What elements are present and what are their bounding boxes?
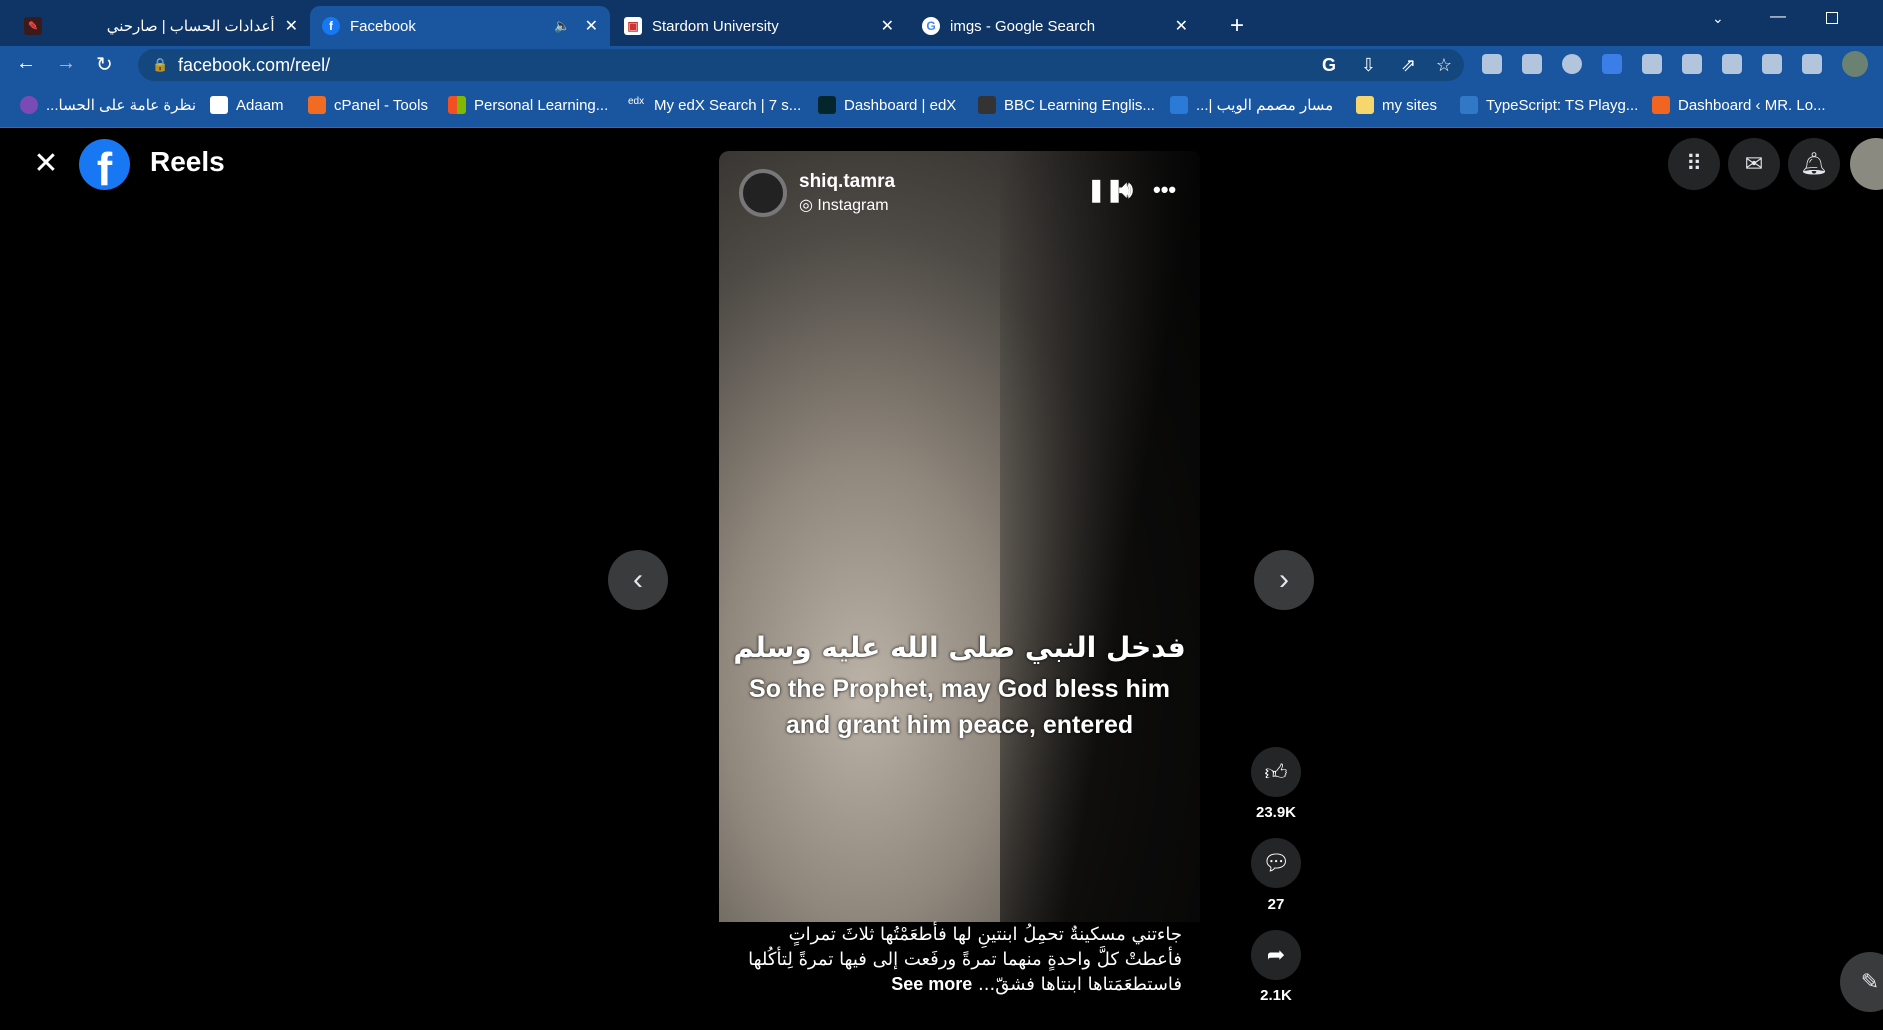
stardom-icon: ▣ [624,17,642,35]
reel-author[interactable]: shiq.tamra ◎ Instagram [739,169,895,217]
caption-line: فأعطتْ كلَّ واحدةٍ منهما تمرةً ورفَعت إل… [748,949,1182,970]
menu-grid-icon[interactable]: ⠿ [1668,138,1720,190]
tab-stardom[interactable]: ▣ Stardom University ✕ [612,6,906,46]
bookmark-item[interactable]: Adaam [210,96,284,114]
subtitle-arabic: فدخل النبي صلى الله عليه وسلم [733,631,1186,664]
bookmark-item[interactable]: BBC Learning Englis... [978,96,1155,114]
page-title: Reels [150,146,225,177]
comment-count: 27 [1267,896,1285,913]
lock-icon: 🔒 [152,57,169,72]
tab-search-icon[interactable]: ⌄ [1712,10,1724,27]
restore-button[interactable] [1826,12,1838,24]
bookmarks-bar: نظرة عامة على الحسا... Adaam cPanel - To… [0,84,1883,128]
forward-icon[interactable]: → [56,52,76,75]
previous-reel-button[interactable]: ‹ [608,550,668,610]
circle-extension-icon[interactable] [1562,54,1582,74]
share-arrow-icon: ➦ [1266,942,1286,967]
account-avatar[interactable] [1850,138,1883,190]
browser-toolbar: ← → ↻ 🔒 facebook.com/reel/ G ⇩ ⇗ ☆ [0,46,1883,84]
see-more-link[interactable]: See more [891,974,972,994]
comment-button[interactable]: 💬︎ [1251,838,1301,888]
bookmark-item[interactable]: Personal Learning... [448,96,608,114]
bookmark-star-icon[interactable]: ☆ [1436,55,1452,76]
tab-account-settings[interactable]: ✎ أعدادات الحساب | صارحني ✕ [12,6,310,46]
tab-close-icon[interactable]: ✕ [881,16,894,36]
tab-title: Stardom University [652,17,779,35]
comment-icon: 💬︎ [1262,850,1290,875]
bookmark-item[interactable]: Dashboard | edX [818,96,956,114]
facebook-icon: f [322,17,340,35]
translate-extension-icon[interactable] [1602,54,1622,74]
bookmark-item[interactable]: edx My edX Search | 7 s... [628,96,801,114]
google-lens-icon[interactable]: G [1322,55,1336,76]
site-icon: ✎ [24,17,42,35]
new-tab-button[interactable]: + [1218,6,1256,46]
subtitle-english: So the Prophet, may God bless him and gr… [749,675,1170,739]
profile-avatar[interactable] [1842,51,1868,77]
share-count: 2.1K [1260,987,1292,1004]
tab-close-icon[interactable]: ✕ [1175,16,1188,36]
author-name[interactable]: shiq.tamra [799,171,895,193]
browser-tab-bar: ✎ أعدادات الحساب | صارحني ✕ f Facebook 🔈… [0,0,1883,46]
bookmark-item[interactable]: Dashboard ‹ MR. Lo... [1652,96,1826,114]
reload-icon[interactable]: ↻ [96,52,113,77]
window-extension-icon[interactable] [1642,54,1662,74]
address-bar[interactable]: 🔒 facebook.com/reel/ G ⇩ ⇗ ☆ [138,49,1464,81]
caption-line: جاءتني مسكينةٌ تحمِلُ ابنتينِ لها فأطعَم… [788,924,1182,945]
thumbs-up-icon: 👍︎ [1264,759,1288,785]
side-panel-icon[interactable] [1802,54,1822,74]
url-text: facebook.com/reel/ [178,54,331,75]
volume-icon[interactable]: 🔊︎ [1119,177,1133,203]
camera-extension-icon[interactable] [1482,54,1502,74]
author-avatar[interactable] [739,169,787,217]
tab-title: imgs - Google Search [950,17,1096,35]
like-count: 23.9K [1255,804,1297,821]
tab-title: أعدادات الحساب | صارحني [106,18,275,35]
reel-video[interactable]: shiq.tamra ◎ Instagram ❚❚ 🔊︎ ••• فدخل ال… [719,151,1200,922]
tab-close-icon[interactable]: ✕ [585,16,598,36]
reel-caption: جاءتني مسكينةٌ تحمِلُ ابنتينِ لها فأطعَم… [730,922,1182,997]
new-message-edit-icon[interactable]: ✎ [1840,952,1883,1012]
tab-close-icon[interactable]: ✕ [285,16,298,36]
tab-facebook[interactable]: f Facebook 🔈 ✕ [310,6,610,46]
install-icon[interactable]: ⇩ [1361,55,1376,76]
bookmark-item[interactable]: نظرة عامة على الحسا... [20,96,196,114]
facebook-logo[interactable]: f [79,139,130,190]
video-shade [1000,151,1200,922]
close-reels-icon[interactable]: ✕ [30,148,62,180]
media-queue-icon[interactable] [1762,54,1782,74]
next-reel-button[interactable]: › [1254,550,1314,610]
bookmark-item[interactable]: TypeScript: TS Playg... [1460,96,1638,114]
tab-google[interactable]: G imgs - Google Search ✕ [910,6,1200,46]
bookmark-item[interactable]: cPanel - Tools [308,96,428,114]
bookmark-item[interactable]: مسار مصمم الويب |... [1170,96,1333,114]
messenger-icon[interactable]: ✉ [1728,138,1780,190]
back-icon[interactable]: ← [16,52,36,75]
caption-line: فاستطعَمَتاها ابنتاها فشقّ... [978,974,1182,995]
share-icon[interactable]: ⇗ [1401,55,1416,76]
like-button[interactable]: 👍︎ [1251,747,1301,797]
copy-extension-icon[interactable] [1682,54,1702,74]
google-icon: G [922,17,940,35]
extensions-puzzle-icon[interactable] [1722,54,1742,74]
tab-title: Facebook [350,17,416,35]
minimize-button[interactable]: — [1770,8,1786,26]
cloud-extension-icon[interactable] [1522,54,1542,74]
instagram-icon: ◎ [799,197,818,214]
audio-playing-icon[interactable]: 🔈 [554,18,570,34]
bookmark-item[interactable]: my sites [1356,96,1437,114]
source-label: Instagram [817,197,889,214]
notifications-bell-icon[interactable]: 🔔︎ [1788,138,1840,190]
share-button[interactable]: ➦ [1251,930,1301,980]
more-options-icon[interactable]: ••• [1153,177,1176,203]
